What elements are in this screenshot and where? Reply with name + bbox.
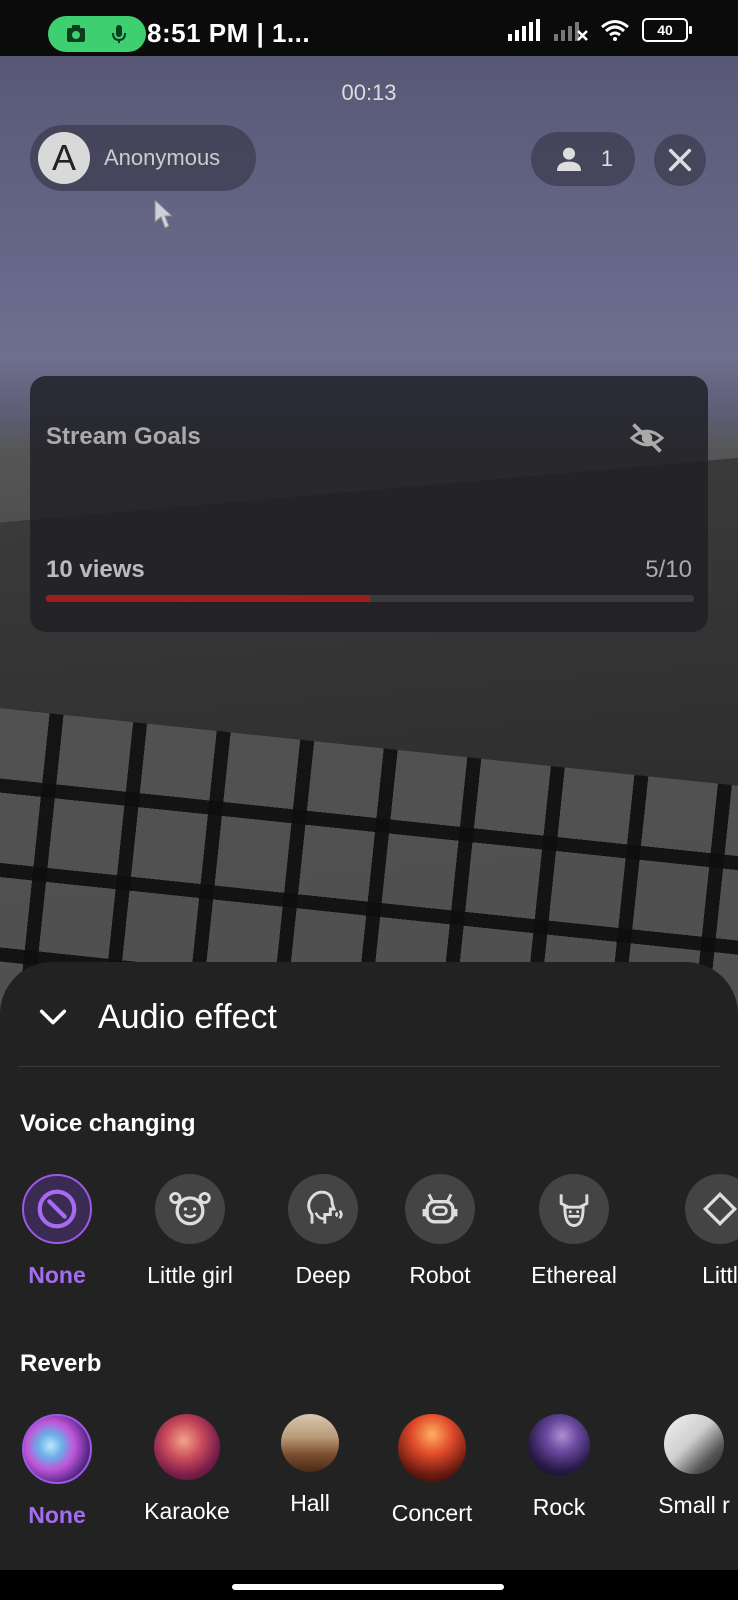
- reverb-options-row: None Karaoke Hall Concert Rock Small r: [0, 1414, 738, 1554]
- viewer-count: 1: [600, 146, 614, 171]
- goals-title: Stream Goals: [46, 423, 201, 450]
- small-room-image: [664, 1414, 724, 1474]
- karaoke-image: [154, 1414, 220, 1480]
- no-effect-icon: [37, 1189, 77, 1229]
- signal-icon: [508, 19, 540, 41]
- reverb-none-image: [22, 1414, 92, 1484]
- reverb-option-concert[interactable]: Concert: [362, 1414, 502, 1527]
- goal-label: 10 views: [46, 556, 145, 583]
- concert-image: [398, 1414, 466, 1482]
- goal-progress-bar: [46, 595, 694, 602]
- status-time: 8:51 PM | 1...: [147, 18, 311, 48]
- voice-option-none[interactable]: None: [0, 1174, 127, 1289]
- home-indicator[interactable]: [232, 1584, 504, 1590]
- sheet-header: Audio effect: [0, 962, 738, 1068]
- reverb-title: Reverb: [20, 1350, 102, 1377]
- voice-options-row: None Little girl Deep Robot Ethereal Lit…: [0, 1174, 738, 1314]
- little-icon: [702, 1191, 738, 1227]
- user-pill[interactable]: A Anonymous: [30, 125, 256, 191]
- ethereal-icon: [559, 1194, 589, 1227]
- close-button[interactable]: [654, 134, 706, 186]
- avatar: A: [38, 132, 90, 184]
- recording-indicator: [48, 16, 146, 52]
- girl-face-icon: [169, 1191, 211, 1226]
- voice-option-little-girl[interactable]: Little girl: [120, 1174, 260, 1289]
- chevron-down-icon[interactable]: [36, 1000, 70, 1034]
- microphone-icon: [111, 25, 126, 43]
- divider: [18, 1066, 720, 1067]
- reverb-option-none[interactable]: None: [0, 1414, 127, 1529]
- stream-goals-card: Stream Goals 10 views 5/10: [30, 376, 708, 632]
- eye-off-icon[interactable]: [628, 420, 666, 456]
- viewer-count-button[interactable]: 1: [531, 132, 635, 186]
- reverb-option-hall[interactable]: Hall: [240, 1414, 380, 1517]
- rock-image: [528, 1414, 590, 1476]
- audio-effect-sheet: Audio effect Voice changing None Little …: [0, 962, 738, 1570]
- voice-option-robot[interactable]: Robot: [370, 1174, 510, 1289]
- battery-indicator: 40: [642, 18, 692, 42]
- close-icon: [668, 148, 692, 172]
- user-name: Anonymous: [104, 145, 221, 170]
- goal-count: 5/10: [645, 556, 692, 583]
- wifi-icon: [601, 20, 629, 41]
- status-bar: 8:51 PM | 1... 40: [0, 0, 738, 56]
- deep-voice-icon: [307, 1190, 343, 1224]
- reverb-option-karaoke[interactable]: Karaoke: [117, 1414, 257, 1525]
- stream-timer: 00:13: [341, 80, 397, 105]
- robot-icon: [422, 1193, 458, 1224]
- hall-image: [281, 1414, 339, 1472]
- voice-option-ethereal[interactable]: Ethereal: [504, 1174, 644, 1289]
- voice-option-littl[interactable]: Littl: [650, 1174, 738, 1289]
- camera-icon: [66, 25, 85, 42]
- goal-progress-fill: [46, 595, 370, 602]
- voice-changing-title: Voice changing: [20, 1110, 196, 1137]
- signal-no-service-icon: [554, 22, 588, 41]
- sheet-title: Audio effect: [98, 998, 277, 1036]
- person-icon: [556, 147, 581, 171]
- pointer-icon: [154, 198, 174, 229]
- reverb-option-small-room[interactable]: Small r: [624, 1414, 738, 1519]
- reverb-option-rock[interactable]: Rock: [489, 1414, 629, 1521]
